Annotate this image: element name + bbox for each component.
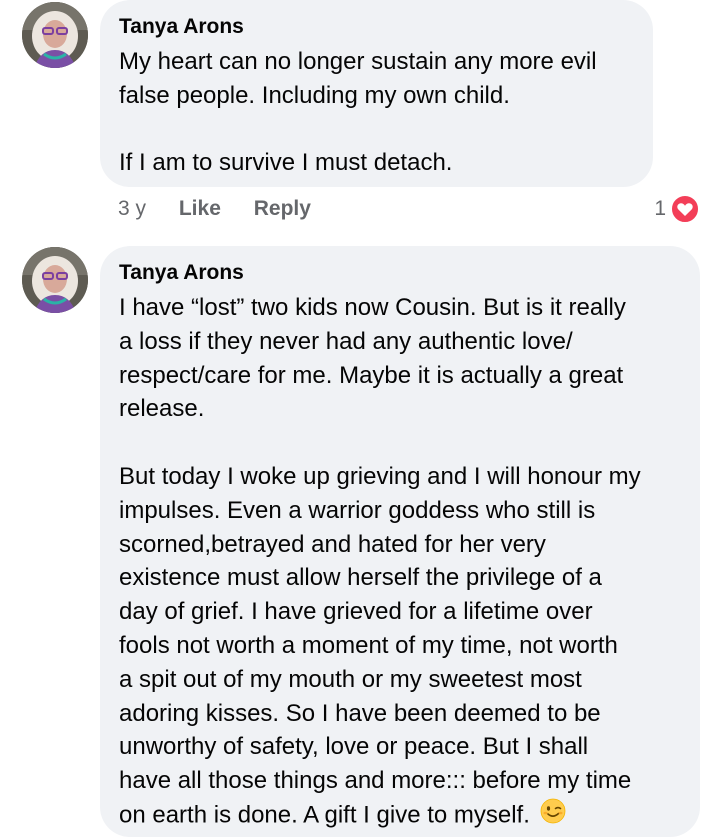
comment-text-line: have all those things and more::: before… xyxy=(119,767,632,795)
comment-bubble: Tanya Arons My heart can no longer susta… xyxy=(100,0,653,187)
comment-timestamp[interactable]: 3 y xyxy=(118,196,146,222)
profile-photo-icon xyxy=(22,2,88,68)
comment-text-last-span: on earth is done. A gift I give to mysel… xyxy=(119,801,530,829)
comment-bubble: Tanya Arons I have “lost” two kids now C… xyxy=(100,246,700,837)
comment-text-line: I have “lost” two kids now Cousin. But i… xyxy=(119,294,626,321)
comment-text-line xyxy=(119,426,680,460)
comment-text-line: respect/care for me. Maybe it is actuall… xyxy=(119,361,624,389)
love-heart-icon xyxy=(670,194,700,224)
comment-text-line: false people. Including my own child. xyxy=(119,81,510,109)
comment-author[interactable]: Tanya Arons xyxy=(119,14,633,40)
comment-text-line: existence must allow herself the privile… xyxy=(119,564,602,592)
comment-text-line-last: on earth is done. A gift I give to mysel… xyxy=(119,798,680,834)
comment-text-line xyxy=(119,113,633,147)
comment-text-line: a loss if they never had any authentic l… xyxy=(119,327,573,355)
avatar[interactable] xyxy=(22,2,88,68)
like-button[interactable]: Like xyxy=(179,196,221,222)
comment-text-line: scorned,betrayed and hated for her very xyxy=(119,530,546,558)
winking-face-emoji-icon xyxy=(540,798,566,834)
comment-text-line: impulses. Even a warrior goddess who sti… xyxy=(119,496,596,524)
comment-text-line: adoring kisses. So I have been deemed to… xyxy=(119,699,601,727)
comment-author[interactable]: Tanya Arons xyxy=(119,260,680,286)
reply-button[interactable]: Reply xyxy=(254,196,311,222)
comment-text-line: But today I woke up grieving and I will … xyxy=(119,462,641,490)
comment-text-line: day of grief. I have grieved for a lifet… xyxy=(119,598,593,626)
reaction-summary[interactable]: 1 xyxy=(654,194,700,224)
profile-photo-icon xyxy=(22,247,88,313)
comment-text-line: unworthy of safety, love or peace. But I… xyxy=(119,733,589,761)
comment-actions: 3 y Like Reply xyxy=(118,196,311,222)
comment-text-line: If I am to survive I must detach. xyxy=(119,149,453,177)
avatar[interactable] xyxy=(22,247,88,313)
comment-text-line: My heart can no longer sustain any more … xyxy=(119,48,597,75)
reaction-count: 1 xyxy=(654,197,666,220)
comment-text-line: fools not worth a moment of my time, not… xyxy=(119,631,618,659)
comment-text-line: release. xyxy=(119,395,205,423)
comment-text-line: a spit out of my mouth or my sweetest mo… xyxy=(119,665,582,693)
